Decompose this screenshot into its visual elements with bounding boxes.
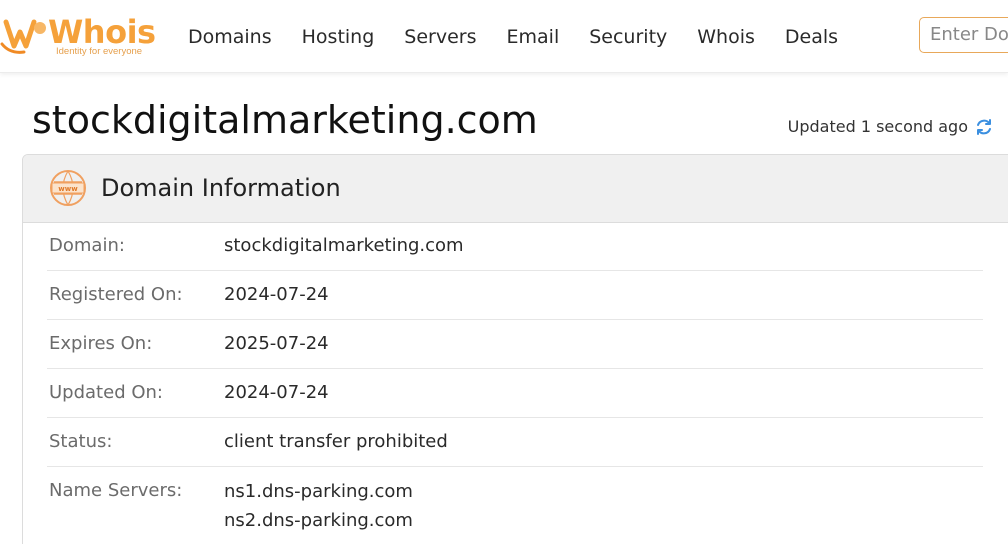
panel-title: Domain Information [101,174,341,202]
site-header: Whois Identity for everyone Domains Host… [0,0,1008,73]
row-registered-on: Registered On: 2024-07-24 [47,271,983,320]
page-title: stockdigitalmarketing.com [32,98,538,142]
row-value: client transfer prohibited [224,431,448,452]
domain-info-panel: www Domain Information Domain: stockdigi… [22,154,1008,544]
name-server-1: ns1.dns-parking.com [224,481,413,502]
row-status: Status: client transfer prohibited [47,418,983,467]
row-label: Name Servers: [49,480,183,501]
row-label: Domain: [49,235,125,256]
nav-hosting[interactable]: Hosting [302,24,375,50]
row-value: 2025-07-24 [224,333,329,354]
main-nav: Domains Hosting Servers Email Security W… [188,24,868,50]
row-value: stockdigitalmarketing.com [224,235,464,256]
updated-status: Updated 1 second ago [788,116,994,138]
row-name-servers: Name Servers: ns1.dns-parking.com ns2.dn… [47,467,983,544]
row-label: Expires On: [49,333,153,354]
panel-header: www Domain Information [23,155,1008,223]
row-domain: Domain: stockdigitalmarketing.com [47,222,983,271]
whois-logo[interactable]: Whois Identity for everyone [0,12,160,60]
www-icon: www [50,170,86,206]
row-updated-on: Updated On: 2024-07-24 [47,369,983,418]
nav-servers[interactable]: Servers [404,24,476,50]
nav-security[interactable]: Security [589,24,667,50]
row-label: Updated On: [49,382,163,403]
name-server-list: ns1.dns-parking.com ns2.dns-parking.com [224,477,413,535]
row-value: 2024-07-24 [224,382,329,403]
nav-whois[interactable]: Whois [697,24,755,50]
refresh-icon[interactable] [974,117,994,137]
domain-search-input[interactable]: Enter Domain [919,17,1008,53]
logo-tagline: Identity for everyone [56,46,143,57]
logo-mark-icon [0,19,46,54]
page: Whois Identity for everyone Domains Host… [0,0,1008,544]
row-value: 2024-07-24 [224,284,329,305]
row-label: Registered On: [49,284,183,305]
row-label: Status: [49,431,113,452]
nav-email[interactable]: Email [507,24,560,50]
nav-domains[interactable]: Domains [188,24,272,50]
svg-text:www: www [58,185,78,193]
row-expires-on: Expires On: 2025-07-24 [47,320,983,369]
name-server-2: ns2.dns-parking.com [224,510,413,531]
nav-deals[interactable]: Deals [785,24,838,50]
updated-text: Updated 1 second ago [787,117,968,136]
domain-info-rows: Domain: stockdigitalmarketing.com Regist… [23,222,1008,544]
